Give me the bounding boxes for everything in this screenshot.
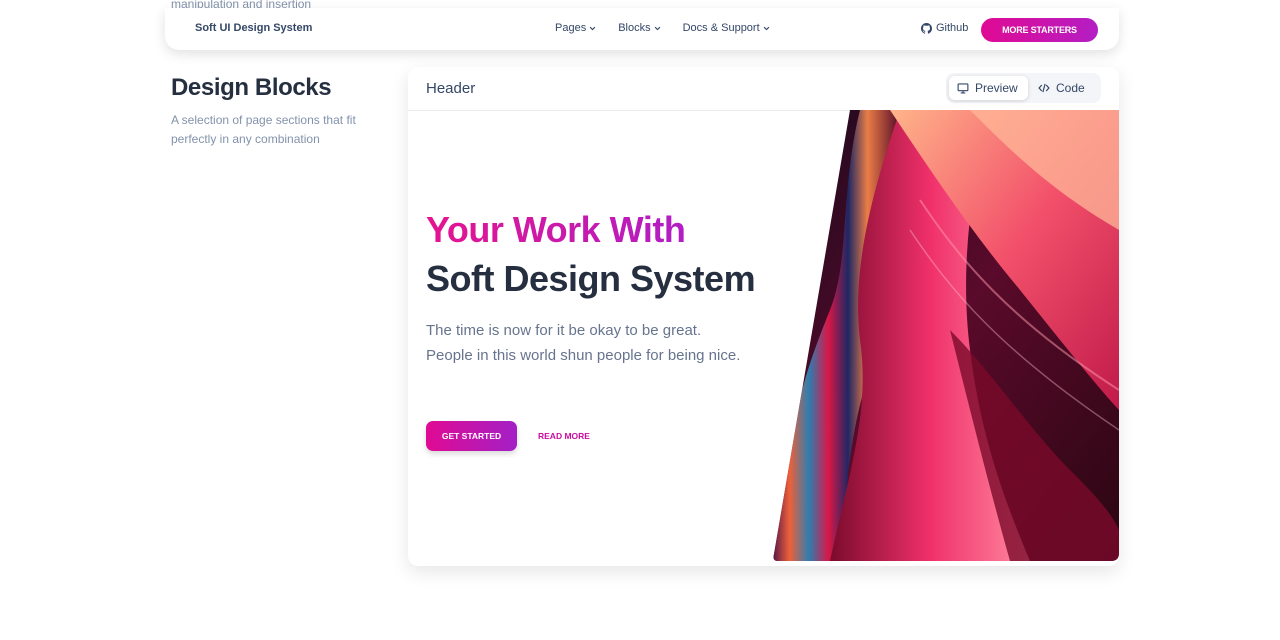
- get-started-button[interactable]: GET STARTED: [426, 421, 517, 451]
- card-header: Header Preview Code: [408, 67, 1119, 111]
- github-label: Github: [936, 22, 969, 34]
- hero-artwork-image: [770, 110, 1119, 561]
- code-tab-label: Code: [1056, 81, 1085, 95]
- preview-code-toggle: Preview Code: [946, 73, 1101, 103]
- read-more-link[interactable]: READ MORE: [538, 431, 590, 441]
- nav-item-blocks[interactable]: Blocks: [618, 22, 660, 34]
- chevron-down-icon: [589, 26, 596, 30]
- nav-item-label: Pages: [555, 22, 587, 34]
- chevron-down-icon: [763, 26, 770, 30]
- hero-paragraph: The time is now for it be okay to be gre…: [426, 322, 741, 364]
- code-icon: [1038, 83, 1050, 93]
- nav-item-pages[interactable]: Pages: [555, 22, 596, 34]
- more-starters-button[interactable]: MORE STARTERS: [981, 18, 1098, 42]
- brand-name[interactable]: Soft UI Design System: [195, 22, 312, 34]
- chevron-down-icon: [654, 26, 660, 30]
- hero-title-line-1: Your Work With: [426, 209, 686, 250]
- nav-item-label: Docs & Support: [682, 22, 760, 34]
- page-title: Design Blocks: [171, 74, 332, 101]
- hero-title-line-2: Soft Design System: [426, 258, 756, 299]
- preview-tab-label: Preview: [975, 81, 1018, 95]
- abstract-waves-image: [773, 110, 1119, 561]
- github-icon: [921, 22, 932, 34]
- monitor-icon: [957, 83, 969, 94]
- page-description: A selection of page sections that fit pe…: [171, 113, 356, 146]
- nav-item-docs-support[interactable]: Docs & Support: [683, 22, 770, 34]
- block-preview-card: Header Preview Code Your Work With Soft …: [408, 67, 1119, 566]
- card-title: Header: [426, 80, 476, 97]
- top-navbar: Soft UI Design System Pages Blocks Docs …: [165, 8, 1119, 50]
- code-tab[interactable]: Code: [1030, 76, 1098, 100]
- preview-tab[interactable]: Preview: [949, 76, 1028, 100]
- github-link[interactable]: Github: [921, 22, 968, 34]
- nav-menu: Pages Blocks Docs & Support: [555, 22, 770, 34]
- nav-item-label: Blocks: [618, 22, 651, 34]
